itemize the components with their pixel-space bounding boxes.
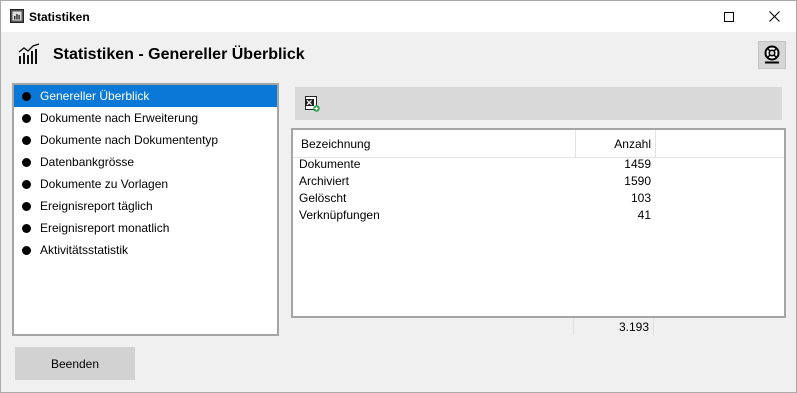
cell-bezeichnung: Archiviert bbox=[299, 174, 350, 188]
nav-item-label: Ereignisreport täglich bbox=[40, 199, 153, 213]
nav-item-datenbankgroesse[interactable]: Datenbankgrösse bbox=[14, 151, 277, 173]
cell-anzahl: 41 bbox=[637, 208, 651, 222]
close-button[interactable]: Beenden bbox=[15, 347, 135, 380]
page-title: Statistiken - Genereller Überblick bbox=[53, 46, 305, 63]
bullet-icon bbox=[22, 245, 31, 255]
cell-anzahl: 1590 bbox=[624, 174, 651, 188]
window-title: Statistiken bbox=[29, 10, 90, 24]
grid-toolbar bbox=[295, 87, 782, 120]
nav-item-label: Aktivitätsstatistik bbox=[40, 243, 129, 257]
export-excel-button[interactable] bbox=[301, 93, 323, 115]
cell-anzahl: 103 bbox=[630, 191, 651, 205]
total-count: 3.193 bbox=[618, 320, 649, 334]
cell-bezeichnung: Gelöscht bbox=[299, 191, 347, 205]
bullet-icon bbox=[22, 91, 31, 101]
table-summary-row: 3.193 bbox=[291, 318, 786, 335]
table-row[interactable]: Dokumente 1459 bbox=[293, 157, 784, 174]
bar-chart-icon bbox=[18, 43, 40, 64]
bullet-icon bbox=[22, 223, 31, 233]
cell-anzahl: 1459 bbox=[624, 157, 651, 171]
statistics-table[interactable]: Bezeichnung Anzahl Dokumente 1459 Archiv… bbox=[291, 128, 786, 318]
nav-item-label: Datenbankgrösse bbox=[40, 155, 135, 169]
bullet-icon bbox=[22, 113, 31, 123]
statistics-nav-list[interactable]: Genereller Überblick Dokumente nach Erwe… bbox=[12, 83, 279, 336]
cell-bezeichnung: Verknüpfungen bbox=[299, 208, 380, 222]
cell-bezeichnung: Dokumente bbox=[299, 157, 361, 171]
close-window-button[interactable] bbox=[752, 1, 796, 32]
statistics-window: Statistiken Statistiken - Genereller Übe… bbox=[0, 0, 797, 393]
bullet-icon bbox=[22, 157, 31, 167]
bullet-icon bbox=[22, 179, 31, 189]
nav-item-label: Dokumente zu Vorlagen bbox=[40, 177, 169, 191]
maximize-button[interactable] bbox=[707, 1, 751, 32]
nav-item-label: Ereignisreport monatlich bbox=[40, 221, 170, 235]
column-header-anzahl[interactable]: Anzahl bbox=[573, 137, 651, 151]
table-row[interactable]: Gelöscht 103 bbox=[293, 191, 784, 208]
nav-item-genereller-ueberblick[interactable]: Genereller Überblick bbox=[14, 85, 277, 107]
close-icon bbox=[768, 11, 780, 22]
nav-item-dokumente-nach-erweiterung[interactable]: Dokumente nach Erweiterung bbox=[14, 107, 277, 129]
column-header-bezeichnung[interactable]: Bezeichnung bbox=[301, 137, 370, 151]
help-button[interactable] bbox=[758, 41, 786, 69]
nav-item-ereignisreport-taeglich[interactable]: Ereignisreport täglich bbox=[14, 195, 277, 217]
column-divider[interactable] bbox=[655, 130, 656, 157]
column-divider bbox=[653, 318, 654, 335]
bullet-icon bbox=[22, 135, 31, 145]
maximize-icon bbox=[724, 11, 734, 22]
table-row[interactable]: Archiviert 1590 bbox=[293, 174, 784, 191]
title-bar[interactable]: Statistiken bbox=[1, 1, 796, 32]
table-header: Bezeichnung Anzahl bbox=[293, 130, 784, 158]
nav-item-label: Genereller Überblick bbox=[40, 89, 150, 103]
table-row[interactable]: Verknüpfungen 41 bbox=[293, 208, 784, 225]
nav-item-label: Dokumente nach Dokumententyp bbox=[40, 133, 219, 147]
export-excel-icon bbox=[305, 96, 320, 112]
nav-item-dokumente-zu-vorlagen[interactable]: Dokumente zu Vorlagen bbox=[14, 173, 277, 195]
lifebuoy-icon bbox=[764, 45, 780, 64]
bullet-icon bbox=[22, 201, 31, 211]
nav-item-label: Dokumente nach Erweiterung bbox=[40, 111, 199, 125]
nav-item-dokumente-nach-dokumententyp[interactable]: Dokumente nach Dokumententyp bbox=[14, 129, 277, 151]
nav-item-ereignisreport-monatlich[interactable]: Ereignisreport monatlich bbox=[14, 217, 277, 239]
statistics-window-icon bbox=[10, 9, 24, 23]
nav-item-aktivitaetsstatistik[interactable]: Aktivitätsstatistik bbox=[14, 239, 277, 261]
